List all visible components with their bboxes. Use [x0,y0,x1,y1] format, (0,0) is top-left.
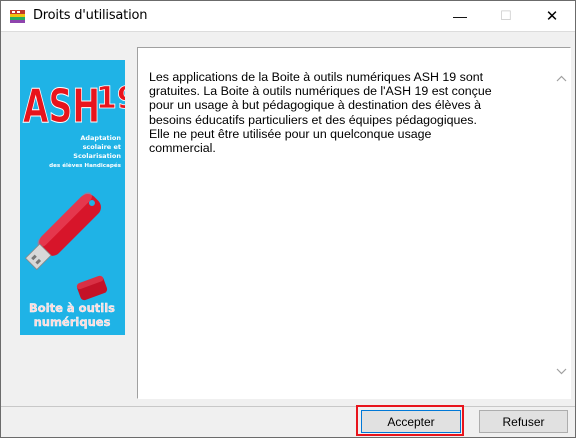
maximize-icon: ☐ [500,8,512,23]
banner-subtitle-4: des élèves Handicapés [49,162,122,169]
maximize-button[interactable]: ☐ [483,1,529,31]
banner-footer-2: numériques [34,315,111,329]
license-text: Les applications de la Boite à outils nu… [149,70,492,156]
ash19-logo: ASH 19 Adaptation scolaire et Scolarisat… [20,60,125,335]
scroll-down-button[interactable] [553,363,570,380]
close-button[interactable]: ✕ [529,1,575,31]
ash19-banner: ASH 19 Adaptation scolaire et Scolarisat… [20,60,125,335]
refuse-button[interactable]: Refuser [479,410,568,433]
dialog-window: Droits d'utilisation — ☐ ✕ ASH 19 Adapta… [0,0,576,438]
banner-heading-number: 19 [96,81,125,116]
accept-button[interactable]: Accepter [361,410,461,433]
title-bar[interactable]: Droits d'utilisation — ☐ ✕ [1,1,575,31]
chevron-up-icon [556,75,567,82]
banner-subtitle-2: scolaire et [83,143,121,151]
banner-subtitle-1: Adaptation [80,134,121,142]
minimize-icon: — [453,8,467,24]
close-icon: ✕ [545,8,559,25]
scroll-up-button[interactable] [553,70,570,87]
application-icon [10,10,25,23]
banner-footer-1: Boite à outils [29,301,115,315]
minimize-button[interactable]: — [437,1,483,31]
license-text-area[interactable]: Les applications de la Boite à outils nu… [137,47,571,399]
banner-subtitle-3: Scolarisation [73,152,121,160]
chevron-down-icon [556,368,567,375]
dialog-client-area: ASH 19 Adaptation scolaire et Scolarisat… [1,31,575,437]
banner-heading: ASH [23,81,100,134]
vertical-scrollbar[interactable] [553,48,570,398]
title-separator [1,31,575,32]
window-title: Droits d'utilisation [33,8,148,23]
button-bar-separator [1,406,575,407]
banner-panel: ASH 19 Adaptation scolaire et Scolarisat… [10,47,136,399]
